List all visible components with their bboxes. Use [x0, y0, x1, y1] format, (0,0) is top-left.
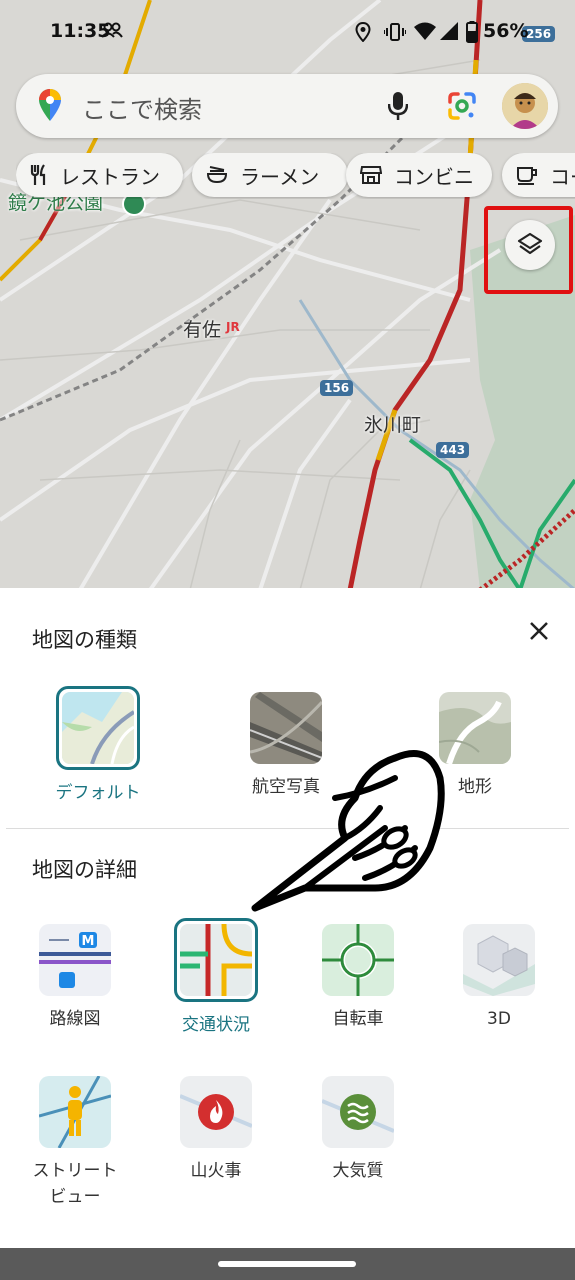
map-type-title: 地図の種類	[32, 628, 137, 652]
highlight-annotation-box	[484, 206, 573, 294]
search-input[interactable]: ここで検索	[82, 90, 202, 125]
chip-label: レストラン	[60, 164, 160, 189]
pointing-hand-icon	[251, 750, 445, 912]
mic-icon[interactable]	[388, 91, 408, 121]
close-button[interactable]	[522, 614, 556, 648]
coffee-icon	[516, 165, 538, 185]
ramen-bowl-icon	[206, 165, 228, 185]
detail-traffic[interactable]: 交通状況	[156, 918, 276, 1038]
detail-label: 交通状況	[182, 1015, 250, 1035]
battery-percent: 56%	[483, 20, 529, 42]
chip-ramen[interactable]: ラーメン	[192, 153, 348, 197]
location-icon	[355, 22, 371, 42]
detail-bicycling[interactable]: 自転車	[298, 924, 418, 1032]
street-view-thumbnail	[39, 1076, 111, 1148]
category-chips: レストラン ラーメン コンビニ コー	[16, 153, 575, 199]
default-map-thumbnail	[56, 686, 140, 770]
detail-label: 山火事	[190, 1161, 242, 1181]
detail-air-quality[interactable]: 大気質	[298, 1076, 418, 1184]
detail-label: 大気質	[332, 1161, 384, 1181]
route-shield: 443	[436, 442, 470, 458]
detail-wildfire[interactable]: 山火事	[156, 1076, 276, 1184]
svg-text:M: M	[82, 934, 95, 949]
air-quality-thumbnail	[322, 1076, 394, 1148]
detail-transit[interactable]: M 路線図	[15, 924, 135, 1032]
avatar[interactable]	[502, 83, 548, 129]
vibrate-icon	[384, 23, 406, 41]
signal-icon	[440, 22, 458, 40]
people-icon	[101, 22, 123, 38]
map-type-default[interactable]: デフォルト	[38, 686, 158, 806]
detail-label: 路線図	[49, 1009, 101, 1029]
search-bar[interactable]: ここで検索	[16, 74, 558, 138]
google-lens-icon[interactable]	[446, 90, 478, 122]
map-label-station[interactable]: 有佐	[183, 315, 221, 342]
3d-thumbnail	[463, 924, 535, 996]
chip-label: コンビニ	[394, 164, 474, 189]
chip-label: コー	[550, 164, 575, 189]
detail-label: 自転車	[332, 1009, 384, 1029]
traffic-thumbnail	[174, 918, 258, 1002]
status-bar: 11:35 56%	[0, 0, 575, 64]
chip-convenience-store[interactable]: コンビニ	[346, 153, 492, 197]
home-indicator[interactable]	[218, 1261, 356, 1267]
chip-coffee[interactable]: コー	[502, 153, 575, 197]
map-layers-sheet: 地図の種類 デフォルト 航空写真 地形 地図の詳細 M 路線図 交通状況 自転車…	[0, 588, 575, 1248]
system-nav-bar	[0, 1248, 575, 1280]
chip-label: ラーメン	[240, 164, 320, 189]
google-maps-pin-icon	[39, 89, 61, 121]
bicycling-thumbnail	[322, 924, 394, 996]
detail-label: 3D	[487, 1009, 511, 1029]
transit-thumbnail: M	[39, 924, 111, 996]
detail-3d[interactable]: 3D	[439, 924, 559, 1032]
chip-restaurant[interactable]: レストラン	[16, 153, 183, 197]
map-type-label: デフォルト	[55, 783, 141, 803]
route-shield: 156	[320, 380, 354, 396]
close-icon	[530, 622, 548, 640]
detail-street-view[interactable]: ストリート ビュー	[15, 1076, 135, 1210]
jr-station-icon: JR	[226, 320, 240, 334]
detail-label: ストリート ビュー	[32, 1161, 118, 1207]
wildfire-thumbnail	[180, 1076, 252, 1148]
store-icon	[360, 165, 382, 185]
map-details-title: 地図の詳細	[32, 858, 137, 882]
map-label-town[interactable]: 氷川町	[364, 410, 421, 437]
wifi-icon	[414, 22, 436, 40]
battery-icon	[466, 21, 478, 43]
terrain-map-thumbnail	[439, 692, 511, 764]
fork-knife-icon	[30, 164, 48, 186]
